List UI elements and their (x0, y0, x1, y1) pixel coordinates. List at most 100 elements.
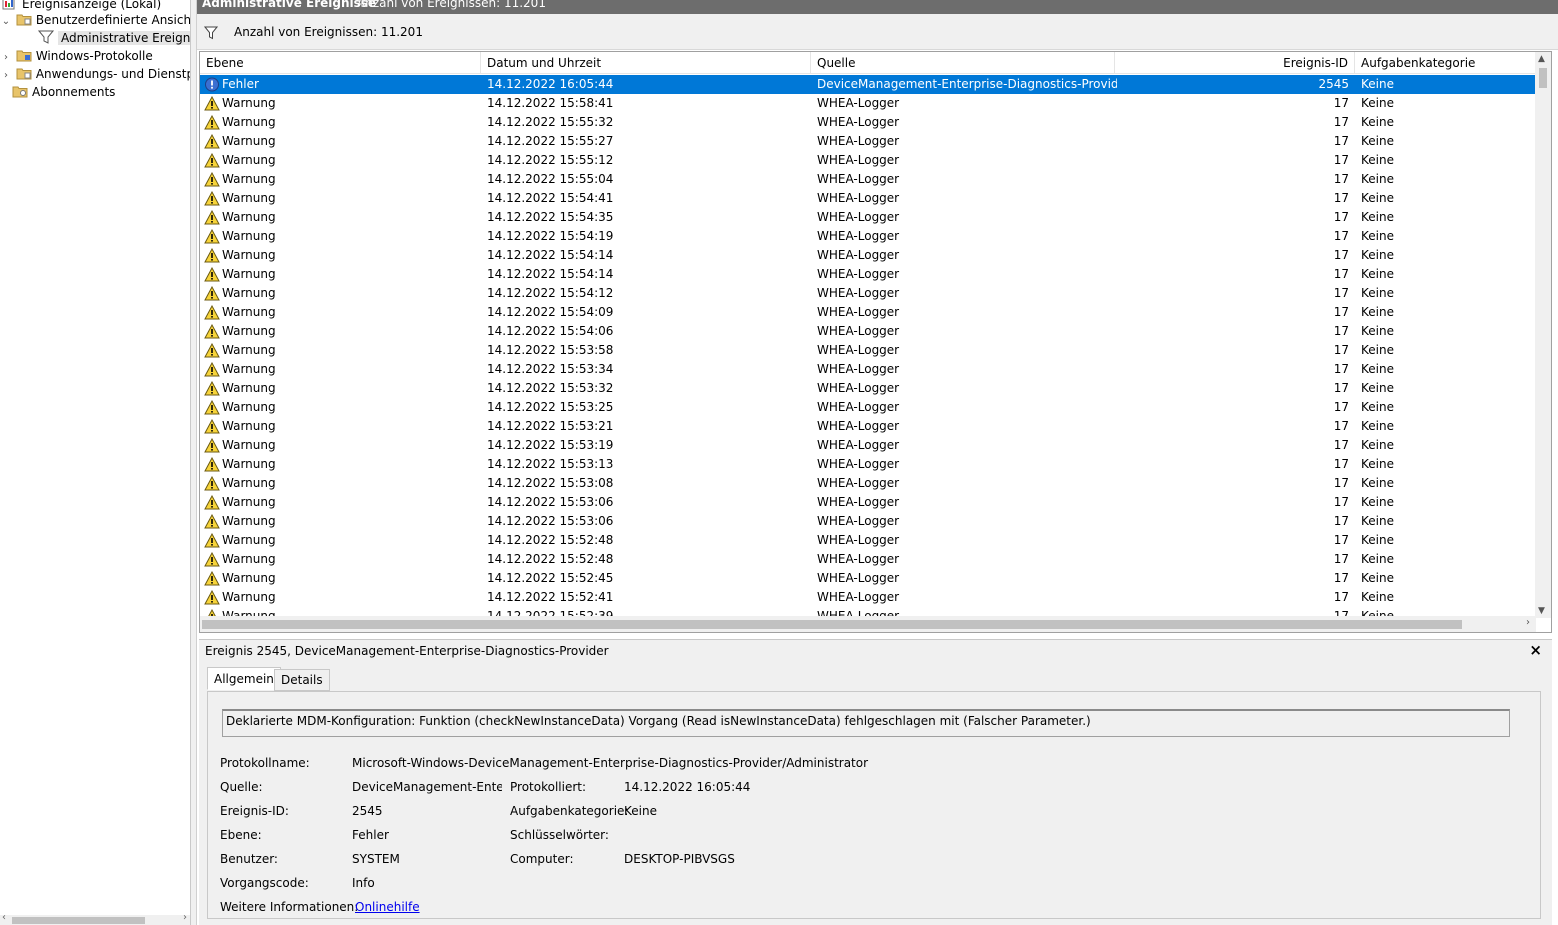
cell-task-category: Keine (1361, 210, 1394, 224)
column-header-date[interactable]: Datum und Uhrzeit (481, 52, 811, 74)
cell-task-category: Keine (1361, 476, 1394, 490)
table-row[interactable]: Warnung 14.12.2022 15:52:48 WHEA-Logger 17 K… (200, 531, 1536, 550)
tree-item-subscriptions[interactable]: Abonnements (12, 83, 115, 101)
table-row[interactable]: Warnung 14.12.2022 15:54:14 WHEA-Logger 17 K… (200, 246, 1536, 265)
cell-level: Warnung (222, 134, 276, 148)
chevron-down-icon[interactable]: ⌄ (0, 13, 12, 31)
tab-details[interactable]: Details (274, 669, 330, 691)
prop-value-logged[interactable]: 14.12.2022 16:05:44 (624, 780, 750, 794)
prop-label-event-id: Ereignis-ID: (220, 804, 289, 818)
table-horizontal-scrollbar[interactable]: › (200, 616, 1536, 632)
table-row[interactable]: Warnung 14.12.2022 15:53:25 WHEA-Logger 17 K… (200, 398, 1536, 417)
cell-date: 14.12.2022 15:54:19 (487, 229, 614, 243)
prop-value-opcode[interactable]: Info (352, 876, 375, 890)
table-row[interactable]: Warnung 14.12.2022 15:53:08 WHEA-Logger 17 K… (200, 474, 1536, 493)
prop-value-event-id[interactable]: 2545 (352, 804, 383, 818)
cell-date: 14.12.2022 15:58:41 (487, 96, 614, 110)
warning-icon (204, 570, 220, 586)
table-row[interactable]: Warnung 14.12.2022 15:54:19 WHEA-Logger 17 K… (200, 227, 1536, 246)
table-row[interactable]: Warnung 14.12.2022 15:54:09 WHEA-Logger 17 K… (200, 303, 1536, 322)
prop-label-source: Quelle: (220, 780, 263, 794)
cell-level: Warnung (222, 438, 276, 452)
prop-value-level[interactable]: Fehler (352, 828, 389, 842)
cell-date: 14.12.2022 15:53:21 (487, 419, 614, 433)
table-row[interactable]: Warnung 14.12.2022 15:55:12 WHEA-Logger 17 K… (200, 151, 1536, 170)
cell-task-category: Keine (1361, 267, 1394, 281)
column-header-level[interactable]: Ebene (200, 52, 481, 74)
table-row[interactable]: Warnung 14.12.2022 15:53:21 WHEA-Logger 17 K… (200, 417, 1536, 436)
table-row[interactable]: Fehler 14.12.2022 16:05:44 DeviceManagemen… (200, 75, 1536, 94)
cell-task-category: Keine (1361, 590, 1394, 604)
cell-date: 14.12.2022 16:05:44 (487, 77, 614, 91)
cell-level: Warnung (222, 267, 276, 281)
table-row[interactable]: Warnung 14.12.2022 15:52:45 WHEA-Logger 17 K… (200, 569, 1536, 588)
error-icon (204, 77, 220, 92)
cell-level: Warnung (222, 96, 276, 110)
table-row[interactable]: Warnung 14.12.2022 15:55:27 WHEA-Logger 17 K… (200, 132, 1536, 151)
cell-date: 14.12.2022 15:54:14 (487, 248, 614, 262)
prop-value-source[interactable]: DeviceManagement-Enterpr (352, 780, 502, 794)
table-row[interactable]: Warnung 14.12.2022 15:54:14 WHEA-Logger 17 K… (200, 265, 1536, 284)
tree-item-administrative-events[interactable]: Administrative Ereignisse (37, 29, 190, 47)
cell-event-id: 17 (1333, 191, 1349, 205)
table-row[interactable]: Warnung 14.12.2022 15:54:35 WHEA-Logger 17 K… (200, 208, 1536, 227)
scroll-right-icon[interactable]: › (183, 912, 187, 923)
table-row[interactable]: Warnung 14.12.2022 15:53:19 WHEA-Logger 17 K… (200, 436, 1536, 455)
cell-level: Warnung (222, 191, 276, 205)
table-row[interactable]: Warnung 14.12.2022 15:54:41 WHEA-Logger 17 K… (200, 189, 1536, 208)
chevron-right-icon[interactable]: › (0, 67, 12, 85)
prop-value-log-name[interactable]: Microsoft-Windows-DeviceManagement-Enter… (352, 756, 868, 770)
scroll-down-icon[interactable]: ▼ (1538, 606, 1545, 616)
filter-bar: Anzahl von Ereignissen: 11.201 (197, 14, 1558, 50)
table-row[interactable]: Warnung 14.12.2022 15:53:32 WHEA-Logger 17 K… (200, 379, 1536, 398)
cell-date: 14.12.2022 15:53:19 (487, 438, 614, 452)
cell-source: WHEA-Logger (817, 381, 900, 395)
tree-item-custom-views[interactable]: ⌄ Benutzerdefinierte Ansichten (0, 11, 191, 31)
cell-source: WHEA-Logger (817, 571, 900, 585)
tab-general[interactable]: Allgemein (207, 667, 281, 690)
event-message[interactable]: Deklarierte MDM-Konfiguration: Funktion … (222, 709, 1510, 737)
scroll-left-icon[interactable]: ‹ (2, 912, 6, 923)
table-row[interactable]: Warnung 14.12.2022 15:53:06 WHEA-Logger 17 K… (200, 512, 1536, 531)
scroll-up-icon[interactable]: ▲ (1538, 54, 1545, 64)
prop-label-log-name: Protokollname: (220, 756, 310, 770)
table-row[interactable]: Warnung 14.12.2022 15:53:06 WHEA-Logger 17 K… (200, 493, 1536, 512)
cell-level: Warnung (222, 210, 276, 224)
close-icon[interactable]: × (1529, 641, 1542, 659)
table-row[interactable]: Warnung 14.12.2022 15:55:04 WHEA-Logger 17 K… (200, 170, 1536, 189)
scrollbar-thumb[interactable] (1539, 68, 1547, 88)
scrollbar-thumb[interactable] (202, 620, 1462, 629)
table-row[interactable]: Warnung 14.12.2022 15:55:32 WHEA-Logger 17 K… (200, 113, 1536, 132)
column-header-source[interactable]: Quelle (811, 52, 1115, 74)
table-row[interactable]: Warnung 14.12.2022 15:54:12 WHEA-Logger 17 K… (200, 284, 1536, 303)
event-viewer-window: Ereignisanzeige (Lokal) ⌄ Benutzerdefini… (0, 0, 1558, 925)
cell-level: Warnung (222, 305, 276, 319)
table-row[interactable]: Warnung 14.12.2022 15:52:41 WHEA-Logger 17 K… (200, 588, 1536, 607)
tree-item-app-service-logs[interactable]: › Anwendungs- und Dienstprotokolle (0, 65, 190, 85)
table-row[interactable]: Warnung 14.12.2022 15:53:34 WHEA-Logger 17 K… (200, 360, 1536, 379)
column-header-task-category[interactable]: Aufgabenkategorie (1355, 52, 1536, 74)
table-row[interactable]: Warnung 14.12.2022 15:53:58 WHEA-Logger 17 K… (200, 341, 1536, 360)
prop-value-task-category[interactable]: Keine (624, 804, 657, 818)
online-help-link[interactable]: Onlinehilfe (355, 900, 420, 914)
cell-source: DeviceManagement-Enterprise-Diagnostics-… (817, 77, 1117, 91)
prop-value-computer[interactable]: DESKTOP-PIBVSGS (624, 852, 735, 866)
table-row[interactable]: Warnung 14.12.2022 15:54:06 WHEA-Logger 17 K… (200, 322, 1536, 341)
tree-item-windows-logs[interactable]: › Windows-Protokolle (0, 47, 153, 65)
view-title: Administrative Ereignisse (202, 0, 377, 10)
table-vertical-scrollbar[interactable]: ▲ ▼ (1535, 52, 1551, 618)
pane-splitter[interactable] (191, 0, 197, 925)
tree-horizontal-scrollbar[interactable]: ‹ › (0, 912, 190, 925)
table-row[interactable]: Warnung 14.12.2022 15:53:13 WHEA-Logger 17 K… (200, 455, 1536, 474)
cell-date: 14.12.2022 15:55:04 (487, 172, 614, 186)
tree-item-label: Benutzerdefinierte Ansichten (35, 13, 191, 27)
column-header-event-id[interactable]: Ereignis-ID (1115, 52, 1355, 74)
table-row[interactable]: Warnung 14.12.2022 15:58:41 WHEA-Logger 17 K… (200, 94, 1536, 113)
scrollbar-thumb[interactable] (12, 917, 145, 924)
prop-label-task-category: Aufgabenkategorie: (510, 804, 629, 818)
table-row[interactable]: Warnung 14.12.2022 15:52:48 WHEA-Logger 17 K… (200, 550, 1536, 569)
scroll-right-icon[interactable]: › (1526, 617, 1530, 628)
cell-date: 14.12.2022 15:52:45 (487, 571, 614, 585)
prop-value-user[interactable]: SYSTEM (352, 852, 400, 866)
cell-level: Warnung (222, 324, 276, 338)
